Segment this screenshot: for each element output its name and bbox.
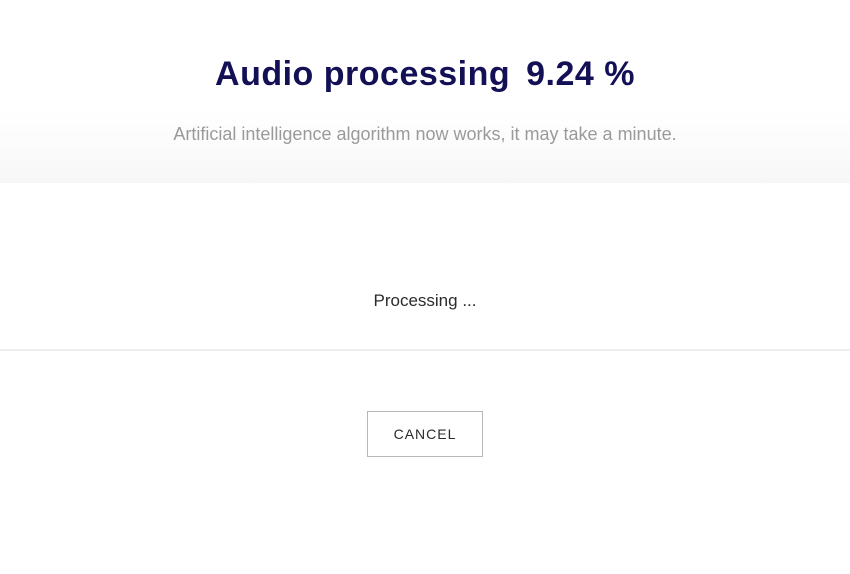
status-section: Processing ... (0, 183, 850, 351)
title-prefix: Audio processing (215, 55, 510, 93)
processing-status: Processing ... (0, 291, 850, 311)
progress-percent: 9.24 % (526, 55, 635, 93)
actions-section: CANCEL (0, 351, 850, 457)
subtitle-text: Artificial intelligence algorithm now wo… (0, 124, 850, 145)
page-title: Audio processing 9.24 % (0, 55, 850, 94)
header-section: Audio processing 9.24 % Artificial intel… (0, 0, 850, 183)
cancel-button[interactable]: CANCEL (367, 411, 484, 457)
